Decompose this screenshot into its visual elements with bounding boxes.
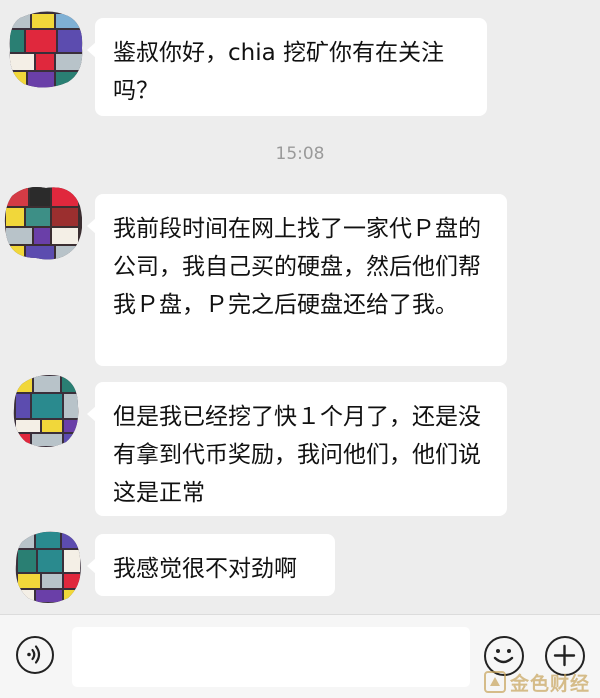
timestamp: 15:08 (275, 144, 325, 164)
message-bubble[interactable]: 但是我已经挖了快１个月了，还是没有拿到代币奖励，我问他们，他们说这是正常 (87, 382, 507, 516)
message-text: 但是我已经挖了快１个月了，还是没有拿到代币奖励，我问他们，他们说这是正常 (113, 404, 481, 506)
message-row: 鉴叔你好，chia 挖矿你有在关注吗？ (0, 0, 600, 120)
message-bubble[interactable]: 我感觉很不对劲啊 (87, 534, 335, 596)
avatar[interactable] (6, 10, 86, 90)
message-text: 我前段时间在网上找了一家代Ｐ盘的公司，我自己买的硬盘，然后他们帮我Ｐ盘，Ｐ完之后… (113, 216, 481, 318)
chat-area: 鉴叔你好，chia 挖矿你有在关注吗？ 15:08 我前段时间在网上找了一家代Ｐ… (0, 0, 600, 614)
message-input[interactable] (72, 627, 470, 687)
message-bubble[interactable]: 我前段时间在网上找了一家代Ｐ盘的公司，我自己买的硬盘，然后他们帮我Ｐ盘，Ｐ完之后… (87, 194, 507, 366)
watermark-logo-icon (483, 671, 506, 693)
voice-icon[interactable] (16, 636, 54, 674)
message-text: 我感觉很不对劲啊 (113, 556, 297, 582)
message-bubble[interactable]: 鉴叔你好，chia 挖矿你有在关注吗？ (87, 18, 487, 116)
avatar[interactable] (12, 372, 92, 452)
message-row: 但是我已经挖了快１个月了，还是没有拿到代币奖励，我问他们，他们说这是正常 (0, 370, 600, 520)
avatar[interactable] (14, 528, 94, 608)
message-text: 鉴叔你好，chia 挖矿你有在关注吗？ (113, 40, 445, 104)
message-row: 我感觉很不对劲啊 (0, 520, 600, 614)
watermark: 金色财经 (483, 670, 590, 695)
message-row: 我前段时间在网上找了一家代Ｐ盘的公司，我自己买的硬盘，然后他们帮我Ｐ盘，Ｐ完之后… (0, 180, 600, 370)
watermark-text: 金色财经 (509, 672, 590, 695)
avatar[interactable] (2, 182, 82, 262)
